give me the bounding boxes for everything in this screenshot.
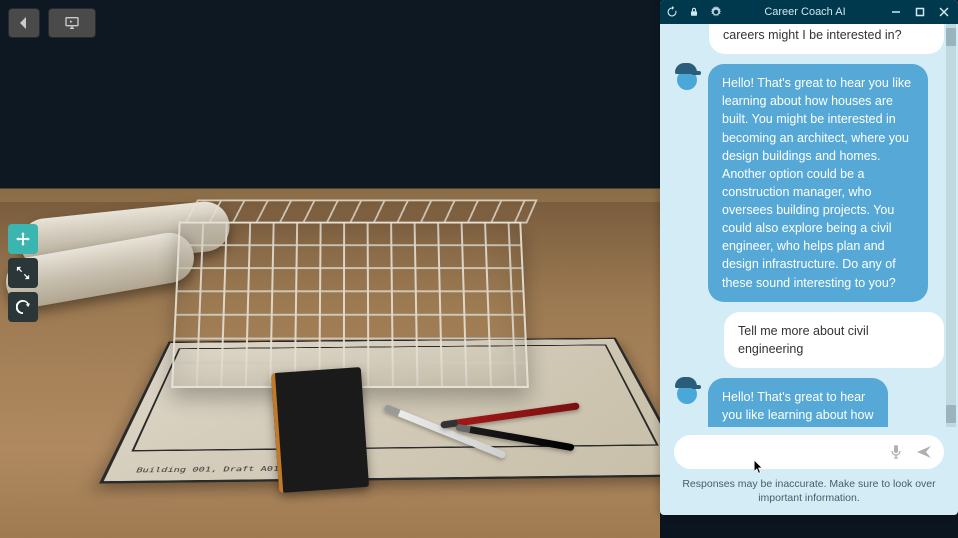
lock-reset-icon	[688, 6, 700, 18]
rotate-icon	[16, 300, 30, 314]
maximize-button[interactable]	[912, 4, 928, 20]
refresh-button[interactable]	[666, 6, 678, 18]
scrollbar-track[interactable]	[946, 24, 956, 427]
back-arrow-icon	[16, 15, 32, 31]
user-message-bubble: Tell me more about civil engineering	[724, 312, 944, 368]
building-wireframe-model[interactable]	[171, 222, 529, 388]
scrollbar-thumb-top[interactable]	[946, 28, 956, 46]
left-toolbar	[8, 224, 38, 322]
ai-avatar	[674, 64, 700, 90]
send-icon	[916, 444, 932, 460]
microphone-icon	[888, 444, 904, 460]
chat-panel: Career Coach AI careers might I be inter…	[660, 0, 958, 515]
back-button[interactable]	[8, 8, 40, 38]
chat-input-container	[660, 427, 958, 475]
close-icon	[939, 7, 949, 17]
present-button[interactable]	[48, 8, 96, 38]
move-tool[interactable]	[8, 224, 38, 254]
viewport-3d[interactable]: Building 001, Draft A01	[0, 0, 660, 538]
expand-tool[interactable]	[8, 258, 38, 288]
ai-message-row-2: Hello! That's great to hear you like lea…	[674, 378, 944, 427]
minimize-button[interactable]	[888, 4, 904, 20]
ai-message-bubble-2: Hello! That's great to hear you like lea…	[708, 378, 888, 427]
scrollbar-thumb-bottom[interactable]	[946, 405, 956, 423]
move-icon	[16, 232, 30, 246]
refresh-icon	[666, 6, 678, 18]
blueprint-title-label: Building 001, Draft A01	[135, 466, 280, 475]
notebook	[271, 367, 369, 493]
ai-message-bubble: Hello! That's great to hear you like lea…	[708, 64, 928, 302]
close-button[interactable]	[936, 4, 952, 20]
send-button[interactable]	[914, 442, 934, 462]
user-message-partial: careers might I be interested in?	[709, 24, 944, 54]
user-message-row: Tell me more about civil engineering	[674, 312, 944, 368]
top-controls	[8, 8, 96, 38]
minimize-icon	[891, 7, 901, 17]
chat-disclaimer: Responses may be inaccurate. Make sure t…	[660, 475, 958, 515]
mic-button[interactable]	[886, 442, 906, 462]
ai-message-row: Hello! That's great to hear you like lea…	[674, 64, 944, 302]
reset-button[interactable]	[688, 6, 700, 18]
rotate-tool[interactable]	[8, 292, 38, 322]
maximize-icon	[915, 7, 925, 17]
chat-input-bar	[674, 435, 944, 469]
gear-icon	[710, 6, 722, 18]
chat-text-input[interactable]	[690, 445, 878, 459]
ai-avatar	[674, 378, 700, 404]
monitor-icon	[64, 15, 80, 31]
expand-icon	[16, 266, 30, 280]
chat-titlebar[interactable]: Career Coach AI	[660, 0, 958, 24]
chat-window-title: Career Coach AI	[722, 6, 888, 18]
chat-message-area[interactable]: careers might I be interested in? Hello!…	[660, 24, 958, 427]
settings-button[interactable]	[710, 6, 722, 18]
